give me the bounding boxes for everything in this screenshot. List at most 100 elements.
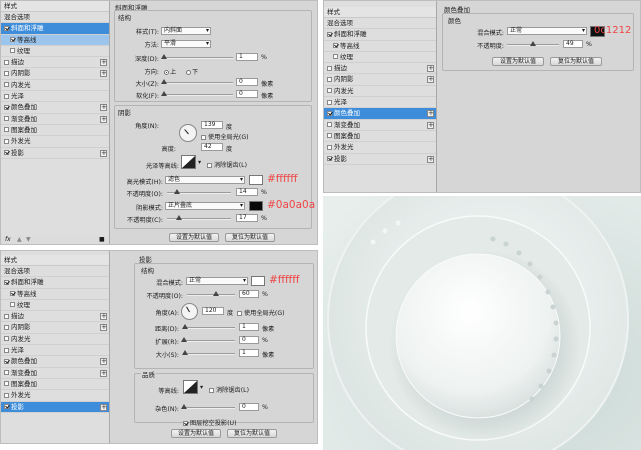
spread-input[interactable]: 0 <box>239 336 259 344</box>
add-icon[interactable]: + <box>427 155 434 163</box>
checkbox[interactable] <box>10 48 15 54</box>
angle-input[interactable]: 139 <box>201 121 223 129</box>
opacity1-slider[interactable] <box>167 189 231 194</box>
radio[interactable] <box>164 69 169 75</box>
style-item-gradient-overlay[interactable]: 渐变叠加 + <box>1 114 109 125</box>
altitude-input[interactable]: 42 <box>201 143 223 151</box>
highlight-mode-select[interactable]: 滤色 <box>165 176 245 184</box>
checkbox[interactable] <box>4 93 9 99</box>
move-up-icon[interactable]: ▲ <box>17 236 22 243</box>
style-item-blend-options[interactable]: 混合选项 <box>1 266 109 278</box>
contour-thumbnail[interactable] <box>183 380 198 394</box>
slider-knob[interactable] <box>161 54 167 59</box>
style-item-color-overlay[interactable]: 颜色叠加 + <box>1 102 109 114</box>
opacity-input[interactable]: 60 <box>239 290 259 298</box>
style-item-drop-shadow[interactable]: 投影 + <box>324 154 436 165</box>
style-item-texture[interactable]: 纹理 <box>1 46 109 58</box>
contour-dropdown[interactable]: ▾ <box>200 384 203 391</box>
style-item-stroke[interactable]: 描边 + <box>324 63 436 75</box>
checkbox[interactable] <box>4 104 9 110</box>
shadow-color-swatch[interactable] <box>249 201 263 211</box>
add-icon[interactable]: + <box>100 403 107 411</box>
checkbox[interactable] <box>207 162 212 168</box>
checkbox[interactable] <box>333 43 338 49</box>
checkbox[interactable] <box>4 324 9 330</box>
slider-knob[interactable] <box>182 324 188 329</box>
style-item-stroke[interactable]: 描边 + <box>1 57 109 69</box>
slider-knob[interactable] <box>530 41 536 46</box>
checkbox[interactable] <box>4 138 9 144</box>
angle-dial[interactable] <box>179 124 197 142</box>
add-icon[interactable]: + <box>427 110 434 118</box>
size-input[interactable]: 1 <box>239 349 259 357</box>
add-icon[interactable]: + <box>427 121 434 129</box>
antialias-option[interactable]: 消除锯齿(L) <box>207 160 247 169</box>
knockout-option[interactable]: 图层挖空投影(U) <box>183 418 236 427</box>
checkbox[interactable] <box>4 82 9 88</box>
make-default-button[interactable]: 设置为默认值 <box>169 233 219 242</box>
checkbox[interactable] <box>4 59 9 65</box>
add-icon[interactable]: + <box>100 313 107 321</box>
add-icon[interactable]: + <box>100 70 107 78</box>
style-item-outer-glow[interactable]: 外发光 <box>324 142 436 154</box>
move-down-icon[interactable]: ▼ <box>26 236 31 243</box>
soften-slider[interactable] <box>161 91 233 96</box>
checkbox[interactable] <box>4 279 9 285</box>
noise-input[interactable]: 0 <box>239 403 259 411</box>
checkbox[interactable] <box>183 420 188 426</box>
add-icon[interactable]: + <box>427 76 434 84</box>
style-item-texture[interactable]: 纹理 <box>1 300 109 312</box>
checkbox[interactable] <box>10 37 15 43</box>
style-item-texture[interactable]: 纹理 <box>324 52 436 64</box>
spread-slider[interactable] <box>181 337 235 342</box>
checkbox[interactable] <box>327 88 332 94</box>
direction-up-option[interactable]: 上 <box>164 67 176 76</box>
checkbox[interactable] <box>4 127 9 133</box>
checkbox[interactable] <box>327 65 332 71</box>
slider-knob[interactable] <box>174 189 180 194</box>
style-item-outer-glow[interactable]: 外发光 <box>1 136 109 148</box>
noise-slider[interactable] <box>181 404 235 409</box>
style-item-inner-shadow[interactable]: 内阴影 + <box>1 322 109 334</box>
add-icon[interactable]: + <box>100 59 107 67</box>
style-item-contour[interactable]: 等高线 <box>1 289 109 300</box>
add-icon[interactable]: + <box>100 358 107 366</box>
style-item-satin[interactable]: 光泽 <box>324 97 436 109</box>
size-input[interactable]: 0 <box>236 78 258 86</box>
style-item-drop-shadow[interactable]: 投影 + <box>1 401 109 413</box>
checkbox[interactable] <box>4 336 9 342</box>
technique-select[interactable]: 平滑 <box>161 40 211 48</box>
checkbox[interactable] <box>4 25 9 31</box>
checkbox[interactable] <box>327 31 332 37</box>
depth-slider[interactable] <box>161 54 233 59</box>
style-item-bevel[interactable]: 斜面和浮雕 <box>324 29 436 41</box>
checkbox[interactable] <box>4 70 9 76</box>
style-item-gradient-overlay[interactable]: 渐变叠加 + <box>1 368 109 379</box>
style-item-inner-glow[interactable]: 内发光 <box>1 80 109 92</box>
checkbox[interactable] <box>4 313 9 319</box>
style-item-inner-shadow[interactable]: 内阴影 + <box>1 68 109 80</box>
checkbox[interactable] <box>327 99 332 105</box>
shadow-mode-select[interactable]: 正片叠底 <box>165 202 245 210</box>
add-icon[interactable]: + <box>427 65 434 73</box>
style-item-inner-glow[interactable]: 内发光 <box>324 86 436 98</box>
checkbox[interactable] <box>327 156 332 162</box>
opacity-slider[interactable] <box>507 41 559 46</box>
opacity1-input[interactable]: 14 <box>236 188 258 196</box>
shadow-color-swatch[interactable] <box>251 276 265 286</box>
style-item-gradient-overlay[interactable]: 渐变叠加 + <box>324 120 436 131</box>
style-select[interactable]: 内斜面 <box>161 27 211 35</box>
style-item-inner-glow[interactable]: 内发光 <box>1 334 109 346</box>
style-item-contour[interactable]: 等高线 <box>1 34 109 46</box>
style-item-blend-options[interactable]: 混合选项 <box>1 12 109 24</box>
style-item-contour[interactable]: 等高线 <box>324 41 436 52</box>
antialias-option[interactable]: 消除锯齿(L) <box>209 385 249 394</box>
checkbox[interactable] <box>4 347 9 353</box>
opacity2-slider[interactable] <box>167 215 231 220</box>
slider-knob[interactable] <box>161 79 167 84</box>
make-default-button[interactable]: 设置为默认值 <box>492 57 544 66</box>
checkbox[interactable] <box>327 133 332 139</box>
checkbox[interactable] <box>4 370 9 376</box>
checkbox[interactable] <box>4 381 9 387</box>
add-icon[interactable]: + <box>100 324 107 332</box>
